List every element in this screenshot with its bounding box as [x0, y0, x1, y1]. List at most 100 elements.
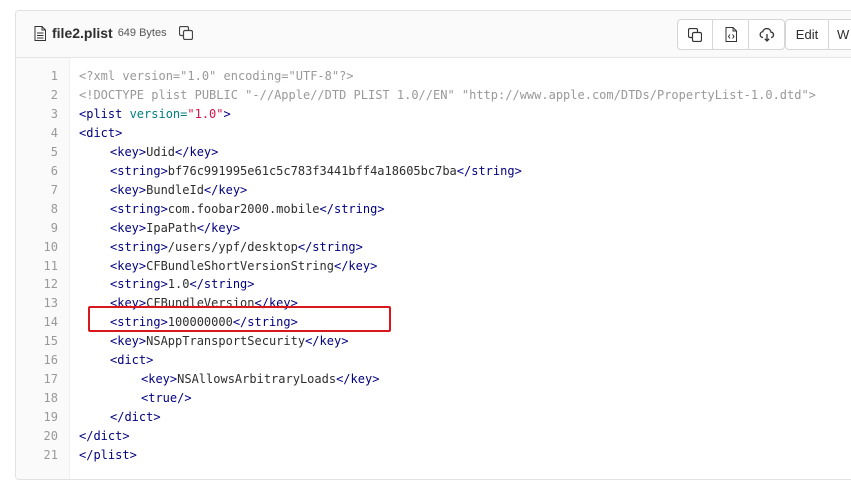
copy-contents-button[interactable]	[677, 19, 713, 50]
line-number[interactable]: 14	[16, 313, 58, 332]
file-header: file2.plist 649 Bytes Edit W	[16, 11, 851, 58]
code-content: <key>IpaPath</key>	[110, 219, 240, 238]
open-raw-button[interactable]	[713, 19, 749, 50]
line-number[interactable]: 8	[16, 200, 58, 219]
line-number[interactable]: 9	[16, 219, 58, 238]
code-token: <dict>	[110, 353, 154, 368]
code-token: </dict>	[79, 429, 130, 444]
code-content: </dict>	[79, 427, 130, 446]
code-content: <key>BundleId</key>	[110, 181, 247, 200]
code-token: com.foobar2000.mobile	[167, 201, 320, 216]
file-viewer: file2.plist 649 Bytes Edit W 1 <?xml ver…	[15, 10, 851, 480]
line-number[interactable]: 19	[16, 408, 58, 427]
code-token: </key>	[175, 144, 219, 159]
code-token: <?xml version="1.0" encoding="UTF-8"?>	[79, 69, 354, 83]
line-number[interactable]: 20	[16, 427, 58, 446]
code-token: </key>	[305, 334, 349, 349]
code-token: </key>	[203, 182, 248, 197]
code-token: </string>	[297, 239, 363, 254]
code-content: <key>CFBundleShortVersionString</key>	[110, 257, 377, 276]
code-token: <key>	[110, 144, 147, 159]
line-number[interactable]: 13	[16, 294, 58, 313]
line-number[interactable]: 16	[16, 351, 58, 370]
code-token: version=	[129, 106, 188, 121]
code-token: BundleId	[146, 182, 204, 197]
edit-actions-group: Edit W	[785, 19, 851, 50]
code-token: bf76c991995e61c5c783f3441bff4a18605bc7ba	[167, 163, 457, 178]
cloud-download-icon	[759, 27, 774, 42]
file-code-icon	[725, 27, 737, 42]
edit-button[interactable]: Edit	[785, 19, 829, 50]
code-token: </string>	[319, 201, 385, 216]
code-content: <dict>	[110, 351, 153, 370]
line-number[interactable]: 21	[16, 446, 58, 465]
code-content: <!DOCTYPE plist PUBLIC "-//Apple//DTD PL…	[79, 86, 816, 105]
code-content: <?xml version="1.0" encoding="UTF-8"?>	[79, 67, 354, 86]
line-number[interactable]: 7	[16, 181, 58, 200]
code-token: <true/>	[141, 391, 192, 406]
code-content: </plist>	[79, 446, 137, 465]
code-token: </plist>	[79, 448, 137, 462]
code-token: Udid	[146, 144, 176, 159]
code-content: <string>/users/ypf/desktop</string>	[110, 238, 363, 257]
file-actions-group	[677, 19, 785, 50]
code-content: <true/>	[141, 389, 192, 408]
line-number[interactable]: 11	[16, 257, 58, 276]
code-token: <key>	[110, 182, 147, 197]
code-token: <key>	[110, 334, 147, 349]
copy-path-button[interactable]	[178, 26, 193, 40]
line-number[interactable]: 1	[16, 67, 58, 86]
code-token: <string>	[110, 239, 168, 254]
code-token: CFBundleShortVersionString	[146, 258, 334, 273]
web-ide-button[interactable]: W	[829, 19, 851, 50]
code-content: <dict>	[79, 124, 122, 143]
code-token: IpaPath	[146, 220, 197, 235]
line-number[interactable]: 10	[16, 238, 58, 257]
code-content: <key>NSAllowsArbitraryLoads</key>	[141, 370, 379, 389]
code-token: "1.0"	[187, 106, 224, 121]
code-token: <dict>	[79, 125, 123, 140]
code-token: <!DOCTYPE plist PUBLIC "-//Apple//DTD PL…	[79, 87, 816, 102]
line-number[interactable]: 4	[16, 124, 58, 143]
code-content: <string>1.0</string>	[110, 275, 255, 294]
code-token: <string>	[110, 277, 168, 292]
file-icon	[34, 25, 46, 41]
code-token: <key>	[110, 220, 147, 235]
file-name: file2.plist	[52, 25, 113, 41]
code-content: <key>Udid</key>	[110, 143, 218, 162]
code-token: <plist	[79, 106, 130, 121]
line-number[interactable]: 5	[16, 143, 58, 162]
code-token: <string>	[110, 163, 168, 178]
line-number[interactable]: 18	[16, 389, 58, 408]
code-token: /users/ypf/desktop	[167, 239, 298, 254]
code-token: </string>	[456, 163, 522, 178]
download-button[interactable]	[749, 19, 785, 50]
code-token: 1.0	[167, 277, 190, 292]
line-number[interactable]: 12	[16, 275, 58, 294]
line-number[interactable]: 6	[16, 162, 58, 181]
line-number[interactable]: 3	[16, 105, 58, 124]
code-token: >	[223, 106, 231, 121]
code-token: </string>	[189, 277, 255, 292]
code-token: <string>	[110, 201, 168, 216]
line-number[interactable]: 2	[16, 86, 58, 105]
code-content: <string>bf76c991995e61c5c783f3441bff4a18…	[110, 162, 522, 181]
code-token: NSAllowsArbitraryLoads	[177, 372, 337, 387]
code-token: </dict>	[110, 410, 161, 425]
code-content: <string>com.foobar2000.mobile</string>	[110, 200, 385, 219]
code-view: 1 <?xml version="1.0" encoding="UTF-8"?> 2…	[16, 58, 851, 479]
line-number[interactable]: 15	[16, 332, 58, 351]
code-content: <key>NSAppTransportSecurity</key>	[110, 332, 348, 351]
code-token: </key>	[333, 258, 378, 273]
code-token: NSAppTransportSecurity	[146, 334, 306, 349]
code-token: </key>	[196, 220, 241, 235]
code-content: </dict>	[110, 408, 161, 427]
code-content: <plist version="1.0">	[79, 105, 231, 124]
file-size: 649 Bytes	[117, 27, 167, 39]
file-title: file2.plist 649 Bytes	[34, 25, 193, 41]
highlight-annotation-box	[88, 306, 391, 332]
copy-icon	[688, 27, 702, 42]
code-token: <key>	[110, 258, 147, 273]
line-number[interactable]: 17	[16, 370, 58, 389]
code-token: <key>	[141, 372, 178, 387]
